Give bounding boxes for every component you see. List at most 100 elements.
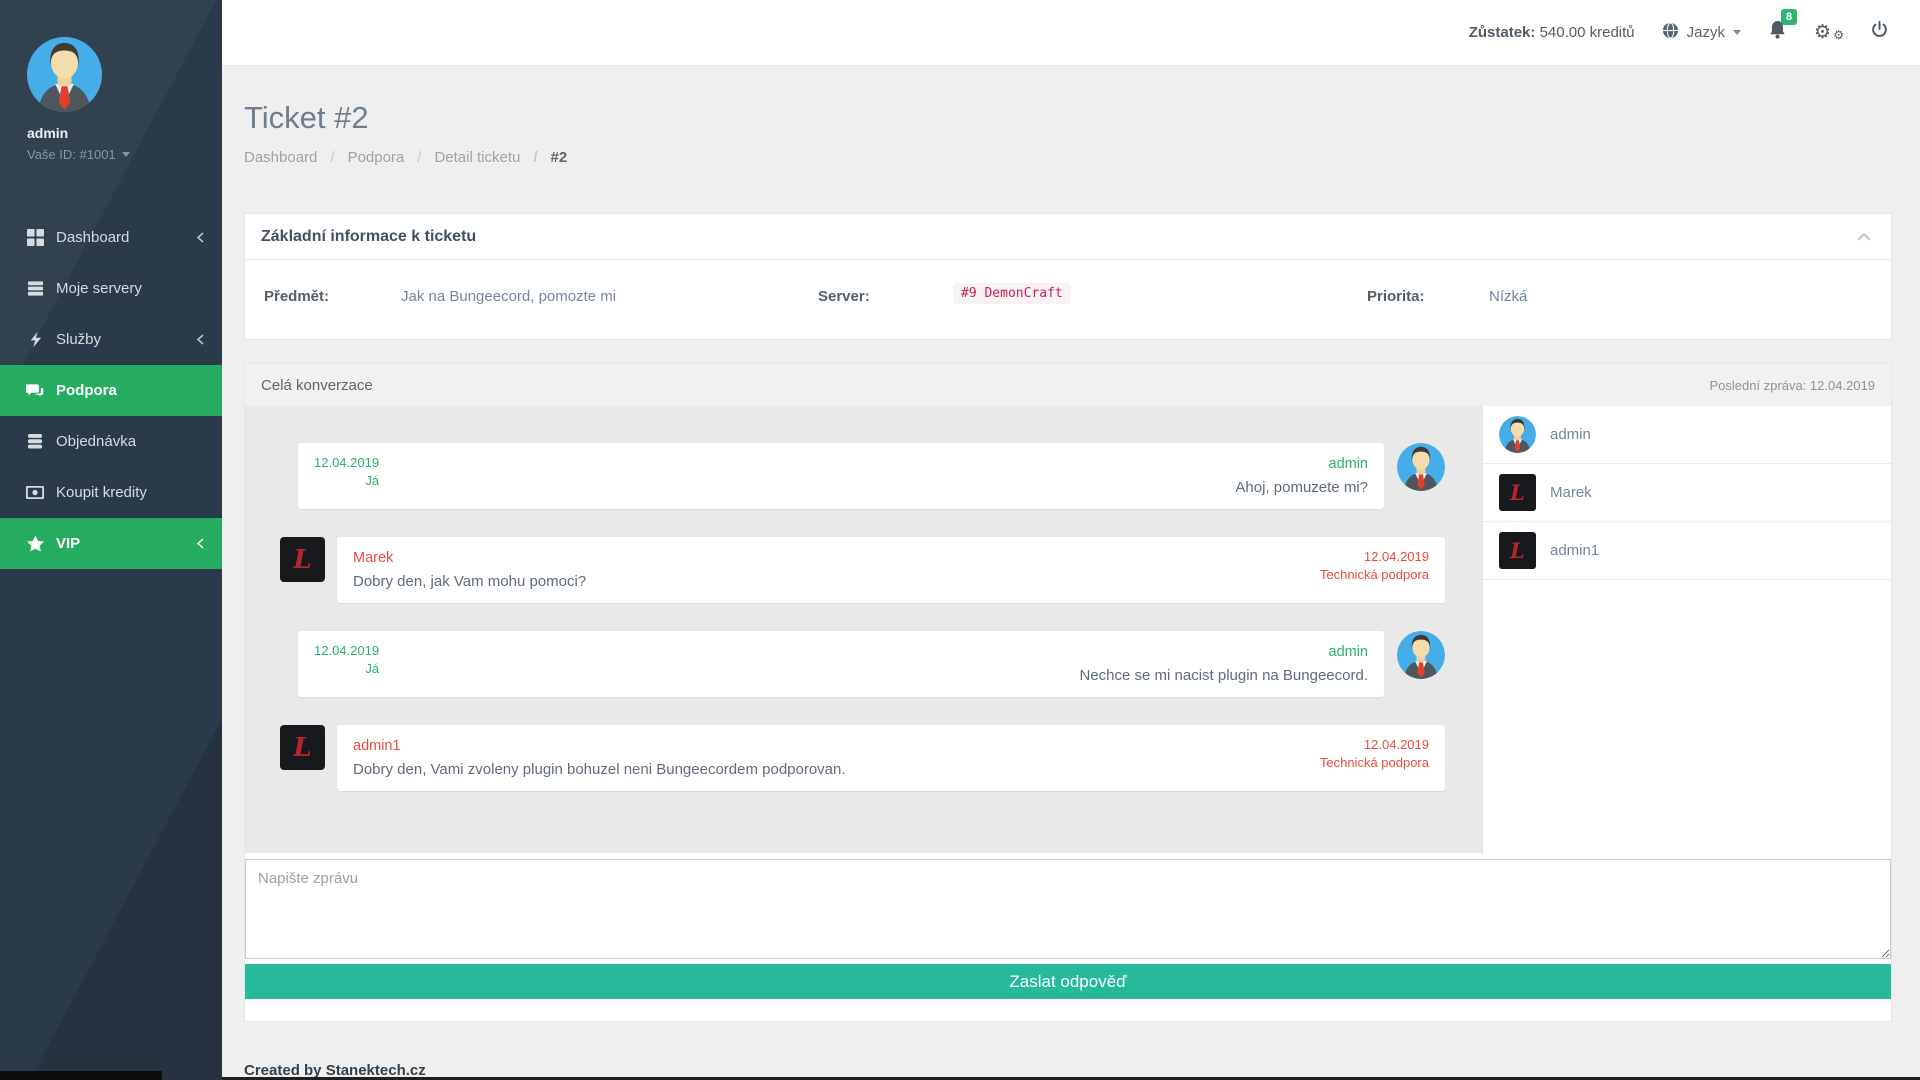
message-date: 12.04.2019 [1320,548,1429,566]
power-icon [1871,21,1888,44]
top-navbar: Zůstatek: 540.00 kreditů Jazyk 8 ⚙ ⚙ [222,0,1920,66]
message-author-role: Technická podpora [1320,754,1429,772]
chat-icon [26,383,44,399]
globe-icon [1662,22,1679,43]
chevron-left-icon [197,232,204,243]
participant-name: admin [1550,426,1591,443]
message-author-role: Já [314,472,379,490]
sidebar-item-label: Objednávka [56,433,136,450]
participant-row: L Marek [1483,464,1891,522]
conversation-body: 12.04.2019 Já admin Ahoj, pomuzete mi? L [245,406,1891,853]
sidebar-item-label: Podpora [56,382,117,399]
sidebar-item-label: Koupit kredity [56,484,147,501]
message-meta: 12.04.2019 Já [314,642,379,686]
message-card: admin1 Dobry den, Vami zvoleny plugin bo… [337,725,1445,791]
field-label-predmet: Předmět: [264,288,329,305]
gear-small-icon: ⚙ [1833,26,1844,45]
conversation-header: Celá konverzace Poslední zpráva: 12.04.2… [245,364,1891,406]
language-dropdown[interactable]: Jazyk [1662,22,1741,43]
sidebar-item-podpora[interactable]: Podpora [0,365,222,416]
message-date: 12.04.2019 [314,454,379,472]
breadcrumb: Dashboard Podpora Detail ticketu #2 [244,149,1892,166]
field-label-priorita: Priorita: [1367,288,1425,305]
ticket-info-panel: Základní informace k ticketu Předmět: Ja… [244,213,1892,340]
balance-value: 540.00 kreditů [1540,24,1635,41]
ticket-info-title: Základní informace k ticketu [261,228,476,246]
main-content: Ticket #2 Dashboard Podpora Detail ticke… [222,100,1920,1080]
collapse-panel-button[interactable] [1853,229,1875,245]
chevron-up-icon [1857,233,1871,241]
sidebar-item-sluzby[interactable]: Služby [0,314,222,365]
conversation-panel: Celá konverzace Poslední zpráva: 12.04.2… [244,363,1892,1022]
sidebar-item-moje-servery[interactable]: Moje servery [0,263,222,314]
message-meta: 12.04.2019 Technická podpora [1320,548,1429,592]
message-card: 12.04.2019 Já admin Nechce se mi nacist … [298,631,1384,697]
notifications-button[interactable]: 8 [1768,20,1787,45]
chevron-left-icon [197,334,204,345]
participant-name: admin1 [1550,542,1599,559]
caret-down-icon [1733,30,1741,35]
message-author: admin [1235,454,1368,475]
database-icon [26,433,44,450]
participant-name: Marek [1550,484,1592,501]
profile-username: admin [27,125,222,141]
chevron-left-icon [197,538,204,549]
caret-down-icon [122,152,130,157]
sidebar-item-koupit-kredity[interactable]: Koupit kredity [0,467,222,518]
participant-row: L admin1 [1483,522,1891,580]
sidebar-item-label: Moje servery [56,280,142,297]
conversation-title: Celá konverzace [261,377,373,394]
ticket-info-header: Základní informace k ticketu [245,214,1891,260]
message-text: Dobry den, jak Vam mohu pomoci? [353,571,586,592]
server-code-badge: #9 DemonCraft [953,283,1071,304]
logo-avatar: L [280,725,325,770]
profile-id-label: Vaše ID: #1001 [27,147,116,162]
bolt-icon [26,331,44,348]
sidebar: admin Vaše ID: #1001 Dashboard Moje serv… [0,0,222,1080]
sidebar-item-dashboard[interactable]: Dashboard [0,212,222,263]
sidebar-item-label: Služby [56,331,101,348]
credit-balance: Zůstatek: 540.00 kreditů [1469,24,1635,41]
field-label-server: Server: [818,288,870,305]
sidebar-item-objednavka[interactable]: Objednávka [0,416,222,467]
balance-label: Zůstatek: [1469,24,1536,41]
breadcrumb-podpora[interactable]: Podpora [317,149,404,166]
sidebar-menu: Dashboard Moje servery Služby Podp [0,212,222,569]
message-author-role: Technická podpora [1320,566,1429,584]
ticket-info-body: Předmět: Jak na Bungeecord, pomozte mi S… [245,260,1891,339]
money-icon [26,486,44,499]
message-card: 12.04.2019 Já admin Ahoj, pomuzete mi? [298,443,1384,509]
last-message-label: Poslední zpráva: 12.04.2019 [1709,378,1875,393]
reply-input[interactable] [245,859,1891,959]
sidebar-item-vip[interactable]: VIP [0,518,222,569]
message-text: Dobry den, Vami zvoleny plugin bohuzel n… [353,759,846,780]
message-text: Ahoj, pomuzete mi? [1235,477,1368,498]
field-value-priorita: Nízká [1489,288,1527,305]
user-avatar [1397,443,1445,491]
breadcrumb-current: #2 [520,149,567,166]
message-author: admin [1079,642,1368,663]
send-reply-button[interactable]: Zaslat odpověď [245,964,1891,999]
breadcrumb-dashboard[interactable]: Dashboard [244,149,317,166]
message-text: Nechce se mi nacist plugin na Bungeecord… [1079,665,1368,686]
settings-button[interactable]: ⚙ ⚙ [1814,23,1844,42]
message-date: 12.04.2019 [1320,736,1429,754]
logout-button[interactable] [1871,21,1888,44]
logo-avatar: L [280,537,325,582]
user-avatar [1397,631,1445,679]
message-card: Marek Dobry den, jak Vam mohu pomoci? 12… [337,537,1445,603]
breadcrumb-detail-ticketu[interactable]: Detail ticketu [404,149,520,166]
message-row: 12.04.2019 Já admin Nechce se mi nacist … [280,631,1445,697]
messages-area: 12.04.2019 Já admin Ahoj, pomuzete mi? L [245,406,1482,853]
user-avatar [27,37,102,112]
message-author: Marek [353,548,586,569]
sidebar-footer-strip [0,1071,162,1080]
sidebar-item-label: Dashboard [56,229,129,246]
logo-avatar: L [1499,474,1536,511]
user-avatar [1499,416,1536,453]
page-title: Ticket #2 [244,100,1892,136]
message-meta: 12.04.2019 Technická podpora [1320,736,1429,780]
profile-section: admin Vaše ID: #1001 [0,0,222,162]
field-value-predmet: Jak na Bungeecord, pomozte mi [401,288,616,305]
profile-id-dropdown[interactable]: Vaše ID: #1001 [27,147,222,162]
